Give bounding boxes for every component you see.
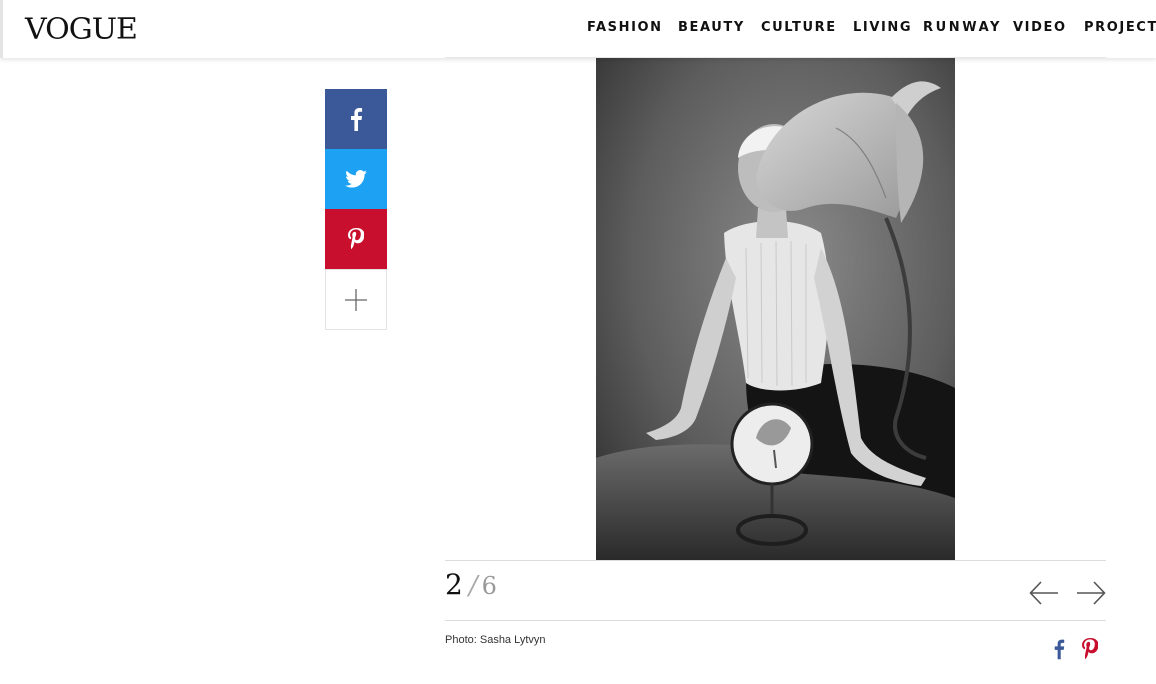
slide-separator: / (468, 571, 478, 601)
next-slide-button[interactable] (1076, 580, 1106, 611)
arrow-left-icon (1029, 581, 1058, 605)
nav-culture[interactable]: CULTURE (761, 20, 837, 35)
nav-living[interactable]: LIVING (853, 20, 912, 35)
pinterest-icon (1082, 638, 1099, 660)
gallery-photo[interactable] (596, 58, 955, 560)
photo-credit: Photo: Sasha Lytvyn (445, 634, 546, 646)
photo-woman-lily-mirror (596, 58, 955, 560)
nav-beauty[interactable]: BEAUTY (678, 20, 745, 35)
arrow-right-icon (1077, 581, 1106, 605)
twitter-share-button[interactable] (325, 149, 387, 209)
twitter-icon (345, 170, 367, 188)
share-sidebar (325, 89, 387, 330)
nav-projects[interactable]: PROJECTS (1084, 20, 1156, 35)
previous-slide-button[interactable] (1029, 580, 1059, 611)
facebook-share-button[interactable] (325, 89, 387, 149)
facebook-share-link[interactable] (1053, 638, 1065, 665)
pinterest-icon (348, 228, 364, 250)
gallery-top-rule (445, 57, 1106, 58)
pinterest-share-button[interactable] (325, 209, 387, 269)
plus-icon (345, 288, 367, 311)
more-share-button[interactable] (325, 269, 387, 330)
slide-current: 2 (445, 568, 463, 601)
slide-counter: 2/6 (445, 568, 497, 608)
nav-video[interactable]: VIDEO (1013, 20, 1067, 35)
facebook-icon (351, 108, 363, 131)
top-navigation-bar: VOGUE FASHION BEAUTY CULTURE LIVING RUNW… (0, 0, 1156, 58)
nav-runway[interactable]: RUNWAY (923, 20, 1002, 35)
gallery-divider-bottom (445, 620, 1106, 621)
facebook-icon (1054, 639, 1065, 660)
slide-total: 6 (481, 572, 497, 600)
vogue-logo[interactable]: VOGUE (25, 13, 138, 46)
gallery-divider-top (445, 560, 1106, 561)
pinterest-share-link[interactable] (1082, 638, 1099, 665)
nav-fashion[interactable]: FASHION (587, 20, 663, 35)
